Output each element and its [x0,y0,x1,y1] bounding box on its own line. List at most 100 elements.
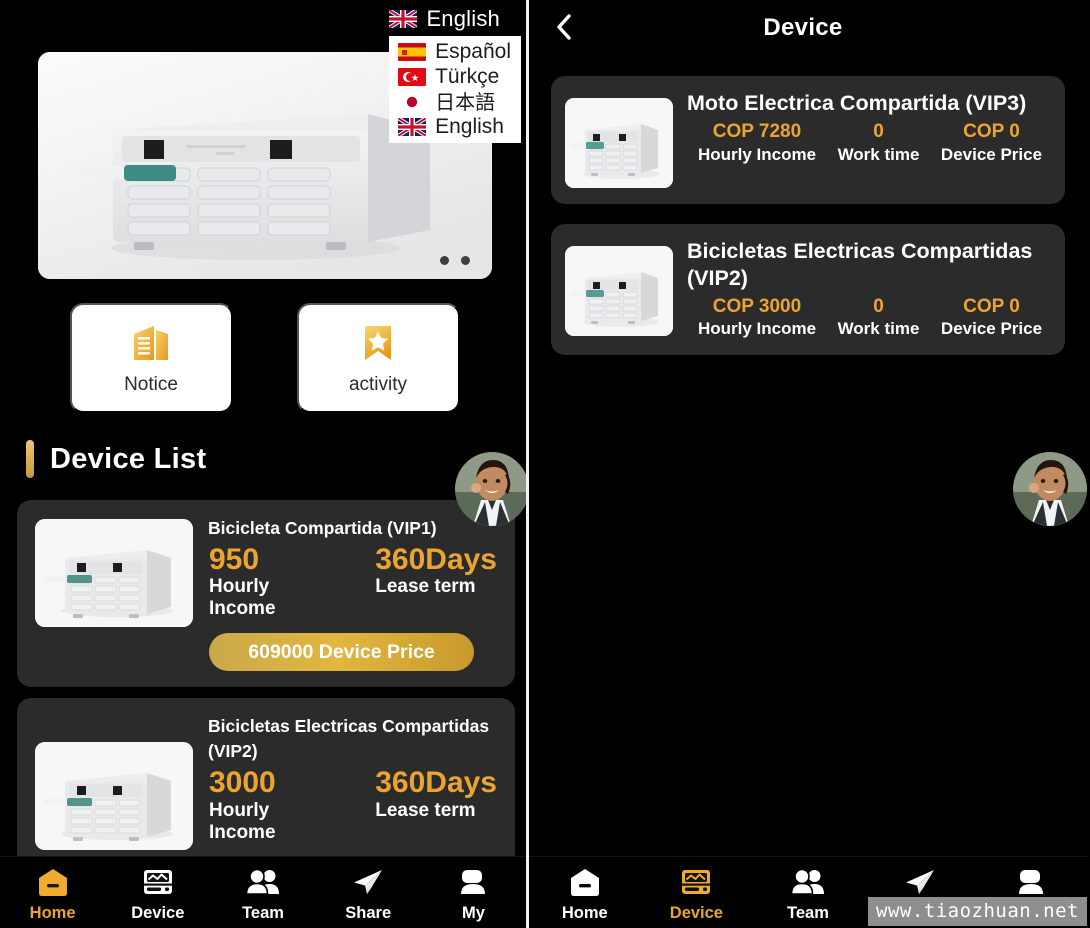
device-list-title: Device List [50,443,206,476]
customer-service-avatar[interactable] [455,452,529,526]
language-dropdown-menu[interactable]: Español Türkçe 日本語 [389,36,521,143]
home-screen-panel: English Español Türkçe [0,0,529,928]
hourly-income-value: 3000 [209,766,329,800]
metric-label: Work time [827,145,930,165]
quick-actions-row: Notice activity [0,303,529,413]
carousel-dots[interactable] [440,256,470,265]
metric-value: COP 7280 [687,119,827,145]
star-bookmark-icon [356,320,400,367]
home-icon [568,866,602,898]
lease-term-label: Lease term [375,800,497,822]
device-name: Moto Electrica Compartida (VIP3) [687,90,1053,117]
tab-device[interactable]: Device [105,862,210,923]
device-card[interactable]: Bicicletas Electricas Compartidas (VIP2)… [551,224,1065,355]
share-icon [903,866,937,898]
japan-flag-icon [398,93,426,111]
metric-label: Work time [827,319,930,339]
metric-label: Device Price [930,145,1053,165]
app-screenshot: English Español Türkçe [0,0,1090,928]
metric-value: COP 0 [930,294,1053,320]
tab-label: Device [670,904,723,923]
device-thumbnail [35,742,193,850]
carousel-dot[interactable] [461,256,470,265]
device-thumbnail [565,98,673,188]
metric-device-price: COP 0 Device Price [930,119,1053,165]
tab-label: Team [242,904,284,923]
share-icon [351,866,385,898]
lease-term-value: 360Days [375,766,497,800]
notice-button[interactable]: Notice [70,303,233,413]
language-option-label: 日本語 [435,90,495,114]
page-header: Device [529,0,1087,56]
lease-term-stat: 360Days Lease term [375,543,497,621]
carousel-dot[interactable] [440,256,449,265]
language-option-turkish[interactable]: Türkçe [398,65,511,89]
tab-label: Team [787,904,829,923]
language-option-label: English [435,115,504,139]
uk-flag-icon [389,10,417,28]
metric-value: COP 3000 [687,294,827,320]
metric-device-price: COP 0 Device Price [930,294,1053,340]
device-name: Bicicletas Electricas Compartidas (VIP2) [687,238,1053,292]
device-metrics: COP 7280 Hourly Income 0 Work time COP 0… [687,119,1053,165]
tab-team[interactable]: Team [752,862,864,923]
metric-label: Hourly Income [687,319,827,339]
uk-flag-icon [398,118,426,136]
chevron-left-icon [554,13,574,44]
language-switcher-current[interactable]: English [389,6,500,32]
tab-label: My [462,904,485,923]
device-name: Bicicletas Electricas Compartidas (VIP2) [208,712,497,764]
tab-label: Share [345,904,391,923]
metric-value: 0 [827,119,930,145]
tab-home[interactable]: Home [0,862,105,923]
tab-device[interactable]: Device [641,862,753,923]
team-icon [790,866,826,898]
back-button[interactable] [549,13,579,43]
bottom-tab-bar: Home Device [0,856,526,928]
activity-button[interactable]: activity [297,303,460,413]
device-card[interactable]: Moto Electrica Compartida (VIP3) COP 728… [551,76,1065,204]
tab-home[interactable]: Home [529,862,641,923]
device-list-heading: Device List [26,440,206,478]
hourly-income-label: Hourly Income [209,576,329,620]
activity-label: activity [349,374,407,396]
tab-team[interactable]: Team [210,862,315,923]
metric-hourly-income: COP 7280 Hourly Income [687,119,827,165]
language-option-japanese[interactable]: 日本語 [398,90,511,114]
tab-label: Home [30,904,76,923]
language-option-spanish[interactable]: Español [398,40,511,64]
metric-value: COP 0 [930,119,1053,145]
metric-value: 0 [827,294,930,320]
language-option-label: Türkçe [435,65,499,89]
tab-label: Device [131,904,184,923]
device-icon [141,866,175,898]
turkey-flag-icon [398,68,426,86]
device-price-button[interactable]: 609000 Device Price [209,633,474,671]
device-thumbnail [565,246,673,336]
building-icon [128,320,174,367]
home-icon [36,866,70,898]
hourly-income-value: 950 [209,543,329,577]
tab-share[interactable]: Share [316,862,421,923]
device-card[interactable]: Bicicletas Electricas Compartidas (VIP2) [17,698,515,873]
device-list: Moto Electrica Compartida (VIP3) COP 728… [529,56,1087,355]
user-icon [457,866,489,898]
hourly-income-stat: 3000 Hourly Income [209,766,329,844]
tab-my[interactable]: My [421,862,526,923]
device-card[interactable]: Bicicleta Compartida (VIP1) [17,500,515,687]
device-name: Bicicleta Compartida (VIP1) [208,514,497,541]
device-metrics: COP 3000 Hourly Income 0 Work time COP 0… [687,294,1053,340]
heading-accent-bar [26,440,34,478]
lease-term-value: 360Days [375,543,497,577]
metric-label: Device Price [930,319,1053,339]
customer-service-avatar[interactable] [1013,452,1087,526]
metric-label: Hourly Income [687,145,827,165]
lease-term-label: Lease term [375,576,497,598]
hourly-income-stat: 950 Hourly Income [209,543,329,621]
hourly-income-label: Hourly Income [209,800,329,844]
team-icon [245,866,281,898]
metric-work-time: 0 Work time [827,119,930,165]
device-list: Bicicleta Compartida (VIP1) [17,500,515,884]
page-title: Device [529,14,1087,42]
language-option-english[interactable]: English [398,115,511,139]
